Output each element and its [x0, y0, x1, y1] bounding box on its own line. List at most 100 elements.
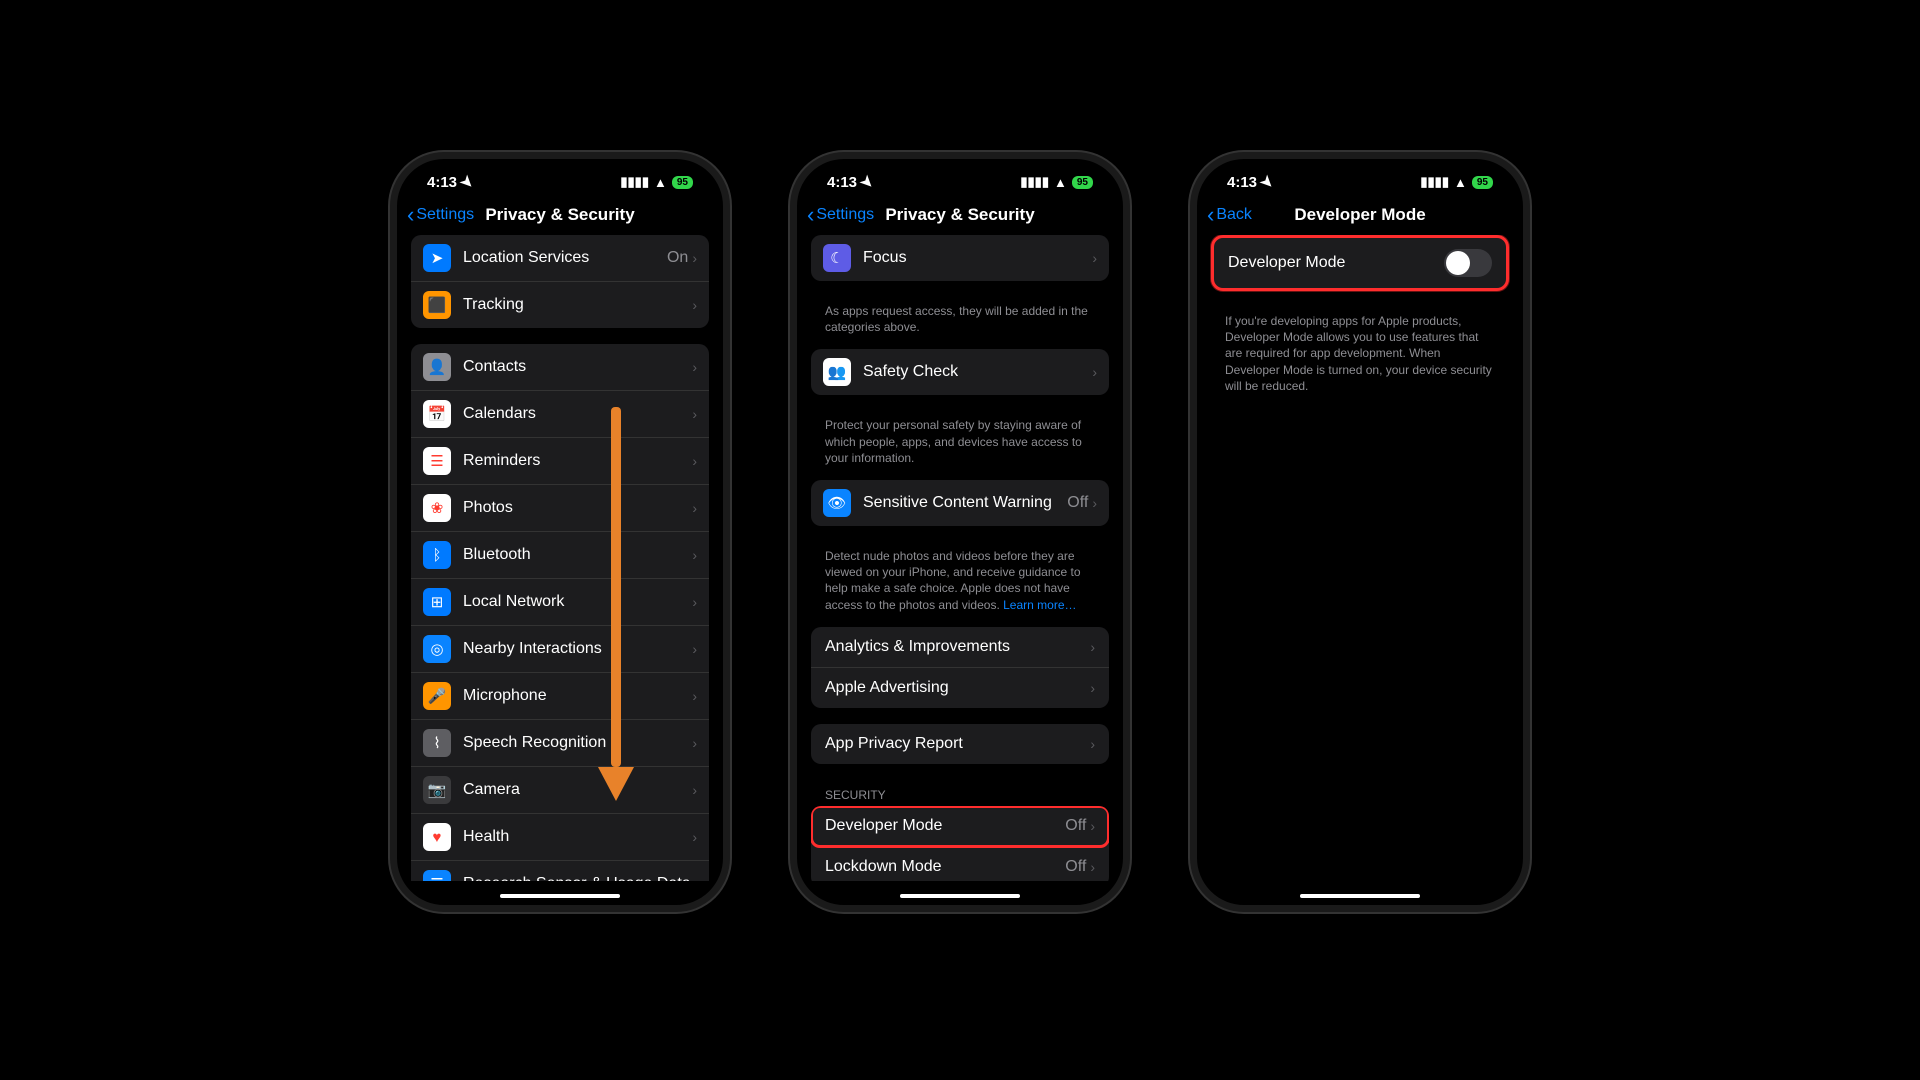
row-calendars[interactable]: 📅Calendars› — [411, 391, 709, 438]
chevron-right-icon: › — [1090, 680, 1095, 696]
row-location-services[interactable]: ➤Location ServicesOn› — [411, 235, 709, 282]
row-bluetooth[interactable]: ᛒBluetooth› — [411, 532, 709, 579]
back-button[interactable]: ‹ Settings — [807, 202, 874, 228]
back-button[interactable]: ‹ Settings — [407, 202, 474, 228]
home-indicator[interactable] — [900, 894, 1020, 898]
row-label: Nearby Interactions — [463, 640, 692, 658]
home-indicator[interactable] — [1300, 894, 1420, 898]
screen-content[interactable]: ➤Location ServicesOn›⬛Tracking› 👤Contact… — [397, 235, 723, 881]
chevron-right-icon: › — [1090, 859, 1095, 875]
row-developer-mode[interactable]: Developer ModeOff› — [811, 806, 1109, 847]
chevron-right-icon: › — [692, 594, 697, 610]
row-label: Safety Check — [863, 363, 1092, 381]
home-indicator[interactable] — [500, 894, 620, 898]
row-value: Off — [1065, 858, 1086, 876]
group-app-permissions: 👤Contacts›📅Calendars›☰Reminders›❀Photos›… — [411, 344, 709, 881]
chevron-right-icon: › — [1090, 818, 1095, 834]
row-local-network[interactable]: ⊞Local Network› — [411, 579, 709, 626]
row-analytics-improvements[interactable]: Analytics & Improvements› — [811, 627, 1109, 668]
signal-icon: ▮▮▮▮ — [1020, 174, 1049, 190]
row-lockdown-mode[interactable]: Lockdown ModeOff› — [811, 847, 1109, 881]
row-tracking[interactable]: ⬛Tracking› — [411, 282, 709, 328]
row-value: On — [667, 249, 688, 267]
location-arrow-icon: ➤ — [857, 171, 879, 193]
toggle-knob — [1446, 251, 1470, 275]
row-focus[interactable]: ☾ Focus › — [811, 235, 1109, 281]
footnote-sensitive: Detect nude photos and videos before the… — [811, 542, 1109, 627]
group-developer-toggle: Developer Mode — [1211, 235, 1509, 291]
row-label: Lockdown Mode — [825, 858, 1065, 876]
focus-icon: ☾ — [823, 244, 851, 272]
row-microphone[interactable]: 🎤Microphone› — [411, 673, 709, 720]
screen-content[interactable]: ☾ Focus › As apps request access, they w… — [797, 235, 1123, 881]
row-reminders[interactable]: ☰Reminders› — [411, 438, 709, 485]
row-nearby-interactions[interactable]: ◎Nearby Interactions› — [411, 626, 709, 673]
back-button[interactable]: ‹ Back — [1207, 202, 1252, 228]
signal-icon: ▮▮▮▮ — [1420, 174, 1449, 190]
back-label: Back — [1216, 206, 1252, 224]
row-label: Calendars — [463, 405, 692, 423]
footnote-focus: As apps request access, they will be add… — [811, 297, 1109, 349]
row-label: Bluetooth — [463, 546, 692, 564]
row-label: Health — [463, 828, 692, 846]
row-value: Off — [1067, 494, 1088, 512]
safety-check-icon: 👥 — [823, 358, 851, 386]
photos-icon: ❀ — [423, 494, 451, 522]
chevron-left-icon: ‹ — [407, 202, 414, 228]
row-label: Developer Mode — [1228, 254, 1444, 272]
contacts-icon: 👤 — [423, 353, 451, 381]
speech-recognition-icon: ⌇ — [423, 729, 451, 757]
row-camera[interactable]: 📷Camera› — [411, 767, 709, 814]
page-title: Developer Mode — [1211, 205, 1509, 225]
battery-icon[interactable]: 95 — [1472, 176, 1493, 189]
row-contacts[interactable]: 👤Contacts› — [411, 344, 709, 391]
chevron-right-icon: › — [1090, 736, 1095, 752]
group-security: Developer ModeOff›Lockdown ModeOff› — [811, 806, 1109, 881]
dynamic-island — [905, 171, 1015, 201]
row-app-privacy-report[interactable]: App Privacy Report › — [811, 724, 1109, 764]
row-label: App Privacy Report — [825, 735, 1090, 753]
signal-icon: ▮▮▮▮ — [620, 174, 649, 190]
status-time: 4:13 — [1227, 174, 1257, 191]
nav-bar: ‹ Settings Privacy & Security — [797, 197, 1123, 235]
bluetooth-icon: ᛒ — [423, 541, 451, 569]
footnote-developer: If you're developing apps for Apple prod… — [1211, 307, 1509, 408]
chevron-left-icon: ‹ — [1207, 202, 1214, 228]
phone-3: 4:13 ➤ ▮▮▮▮ ▲ 95 ‹ Back Developer Mode D… — [1190, 152, 1530, 912]
row-research-sensor-usage-data[interactable]: ☰Research Sensor & Usage Data› — [411, 861, 709, 881]
learn-more-link[interactable]: Learn more… — [1003, 598, 1076, 612]
row-sensitive-content[interactable]: 👁 Sensitive Content Warning Off › — [811, 480, 1109, 526]
screen-content[interactable]: Developer Mode If you're developing apps… — [1197, 235, 1523, 881]
status-time: 4:13 — [827, 174, 857, 191]
developer-mode-toggle[interactable] — [1444, 249, 1492, 277]
chevron-right-icon: › — [692, 500, 697, 516]
row-label: Local Network — [463, 593, 692, 611]
chevron-right-icon: › — [692, 250, 697, 266]
footnote-safety: Protect your personal safety by staying … — [811, 411, 1109, 480]
row-label: Reminders — [463, 452, 692, 470]
chevron-right-icon: › — [692, 359, 697, 375]
row-safety-check[interactable]: 👥 Safety Check › — [811, 349, 1109, 395]
battery-icon[interactable]: 95 — [672, 176, 693, 189]
chevron-right-icon: › — [692, 688, 697, 704]
row-health[interactable]: ♥Health› — [411, 814, 709, 861]
row-apple-advertising[interactable]: Apple Advertising› — [811, 668, 1109, 708]
group-safety: 👥 Safety Check › — [811, 349, 1109, 395]
row-label: Apple Advertising — [825, 679, 1090, 697]
row-developer-mode-toggle[interactable]: Developer Mode — [1214, 238, 1506, 288]
wifi-icon: ▲ — [1454, 175, 1467, 190]
location-arrow-icon: ➤ — [457, 171, 479, 193]
battery-icon[interactable]: 95 — [1072, 176, 1093, 189]
row-photos[interactable]: ❀Photos› — [411, 485, 709, 532]
row-speech-recognition[interactable]: ⌇Speech Recognition› — [411, 720, 709, 767]
health-icon: ♥ — [423, 823, 451, 851]
microphone-icon: 🎤 — [423, 682, 451, 710]
location-services-icon: ➤ — [423, 244, 451, 272]
tutorial-canvas: 4:13 ➤ ▮▮▮▮ ▲ 95 ‹ Settings Privacy & Se… — [232, 132, 1688, 948]
group-location: ➤Location ServicesOn›⬛Tracking› — [411, 235, 709, 328]
chevron-right-icon: › — [692, 297, 697, 313]
row-label: Sensitive Content Warning — [863, 494, 1067, 512]
wifi-icon: ▲ — [654, 175, 667, 190]
status-time: 4:13 — [427, 174, 457, 191]
location-arrow-icon: ➤ — [1257, 171, 1279, 193]
